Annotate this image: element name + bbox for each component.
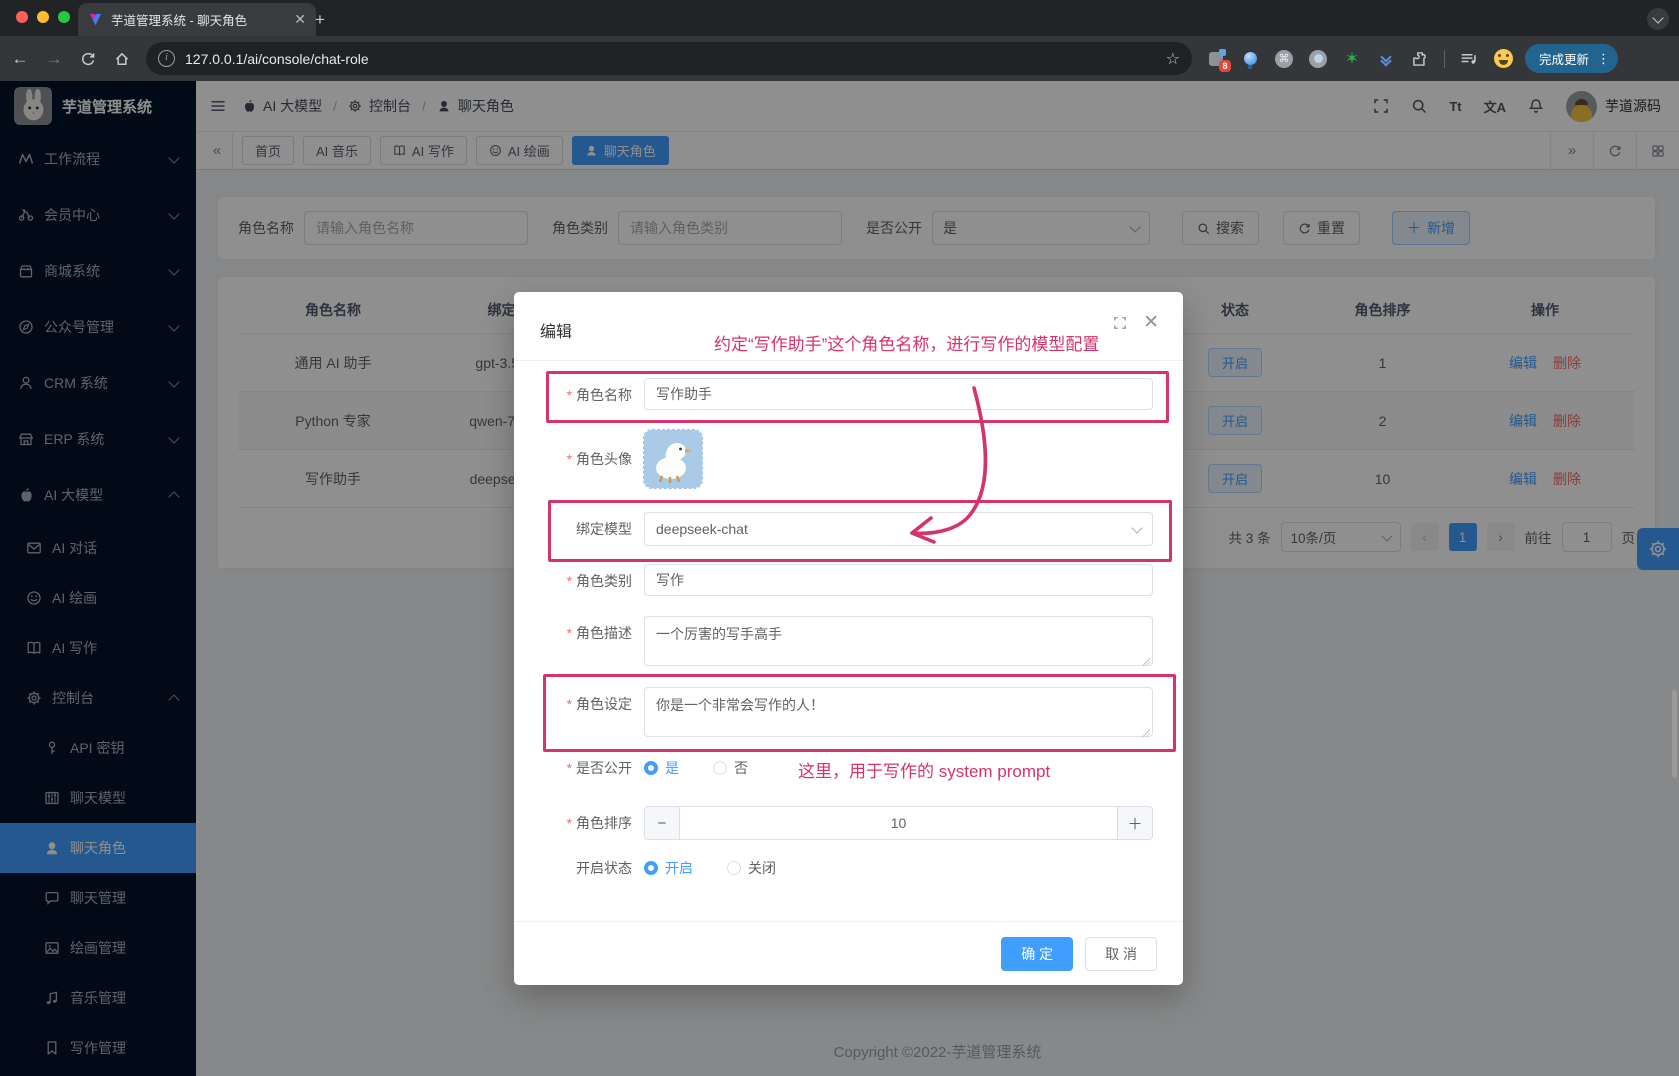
tab-close-icon[interactable]: ✕	[294, 11, 306, 28]
dialog-footer: 确 定 取 消	[514, 921, 1183, 985]
public-yes-radio[interactable]: 是	[644, 758, 679, 778]
chrome-update-button[interactable]: 完成更新 ⋮	[1525, 44, 1618, 73]
dialog-fullscreen-icon[interactable]	[1113, 316, 1127, 330]
role-description-field[interactable]: 一个厉害的写手高手	[644, 616, 1153, 666]
cancel-button[interactable]: 取 消	[1085, 937, 1157, 971]
browser-toolbar: ← → i 127.0.0.1/ai/console/chat-role ☆ 8…	[0, 36, 1679, 81]
form-row-status: 开启状态 开启 关闭	[514, 858, 1153, 878]
public-label: 是否公开	[514, 758, 644, 778]
role-setting-field[interactable]: 你是一个非常会写作的人！	[644, 687, 1153, 737]
dialog-title: 编辑	[540, 318, 572, 342]
confirm-button[interactable]: 确 定	[1001, 937, 1073, 971]
site-favicon	[88, 12, 103, 27]
new-tab-button[interactable]: +	[308, 8, 332, 32]
extension-tabs-icon[interactable]: 8	[1206, 49, 1226, 69]
dialog-body: 角色名称 角色头像 绑定模型	[514, 361, 1183, 878]
setting-label: 角色设定	[514, 687, 644, 721]
forward-button[interactable]: →	[40, 45, 68, 73]
media-playlist-icon[interactable]	[1459, 49, 1479, 69]
tab-search-button[interactable]	[1647, 8, 1669, 30]
edit-role-dialog: 编辑 ✕ 角色名称 角色头像	[514, 292, 1183, 985]
sort-value[interactable]: 10	[680, 807, 1117, 839]
radio-icon	[727, 861, 741, 875]
status-on-radio[interactable]: 开启	[644, 858, 693, 878]
role-avatar-upload[interactable]	[644, 430, 702, 488]
form-row-setting: 角色设定 你是一个非常会写作的人！	[514, 687, 1153, 740]
browser-tab-strip: 芋道管理系统 - 聊天角色 ✕ +	[0, 0, 1679, 36]
extension-balloon-icon[interactable]	[1240, 49, 1260, 69]
category-label: 角色类别	[514, 564, 644, 598]
dialog-close-icon[interactable]: ✕	[1143, 316, 1159, 330]
radio-icon	[713, 761, 727, 775]
window-minimize-button[interactable]	[37, 11, 49, 23]
avatar-label: 角色头像	[514, 430, 644, 488]
browser-tab-title: 芋道管理系统 - 聊天角色	[111, 10, 286, 29]
role-category-field[interactable]	[644, 564, 1153, 596]
sort-label: 角色排序	[514, 806, 644, 840]
annotation-top: 约定“写作助手”这个角色名称，进行写作的模型配置	[714, 330, 1099, 355]
window-close-button[interactable]	[16, 11, 28, 23]
status-label: 开启状态	[514, 858, 644, 878]
chevron-down-icon	[1131, 522, 1142, 533]
annotation-bottom: 这里，用于写作的 system prompt	[798, 757, 1050, 782]
url-text: 127.0.0.1/ai/console/chat-role	[185, 51, 369, 67]
extension-star-icon[interactable]: ✶	[1342, 49, 1362, 69]
site-info-icon[interactable]: i	[158, 50, 175, 67]
extension-command-icon[interactable]: ⌘	[1274, 49, 1294, 69]
name-label: 角色名称	[514, 378, 644, 412]
extension-chevrons-icon[interactable]	[1376, 49, 1396, 69]
public-no-radio[interactable]: 否	[713, 758, 748, 778]
extensions-puzzle-icon[interactable]	[1410, 49, 1430, 69]
extension-badge: 8	[1219, 60, 1231, 72]
form-row-sort: 角色排序 − 10 ＋	[514, 806, 1153, 840]
extension-circle-icon[interactable]	[1308, 49, 1328, 69]
decrease-button[interactable]: −	[645, 807, 680, 839]
description-label: 角色描述	[514, 616, 644, 650]
form-row-category: 角色类别	[514, 564, 1153, 598]
model-label: 绑定模型	[514, 512, 644, 546]
model-select[interactable]: deepseek-chat	[644, 512, 1153, 546]
back-button[interactable]: ←	[6, 45, 34, 73]
address-bar[interactable]: i 127.0.0.1/ai/console/chat-role ☆	[146, 42, 1192, 75]
reload-button[interactable]	[74, 45, 102, 73]
form-row-description: 角色描述 一个厉害的写手高手	[514, 616, 1153, 669]
home-button[interactable]	[108, 45, 136, 73]
duck-avatar-image	[644, 430, 702, 488]
status-off-radio[interactable]: 关闭	[727, 858, 776, 878]
profile-avatar-icon[interactable]	[1493, 49, 1513, 69]
bookmark-star-icon[interactable]: ☆	[1166, 49, 1180, 69]
toolbar-divider	[1444, 50, 1445, 68]
form-row-name: 角色名称	[514, 378, 1153, 412]
browser-menu-icon[interactable]: ⋮	[1597, 51, 1610, 67]
form-row-model: 绑定模型 deepseek-chat	[514, 512, 1153, 546]
sort-number-stepper: − 10 ＋	[644, 806, 1153, 840]
browser-tab[interactable]: 芋道管理系统 - 聊天角色 ✕	[78, 3, 316, 36]
radio-icon	[644, 861, 658, 875]
role-name-field[interactable]	[644, 378, 1153, 410]
radio-icon	[644, 761, 658, 775]
window-zoom-button[interactable]	[58, 11, 70, 23]
browser-scrollbar-thumb[interactable]	[1672, 690, 1677, 778]
increase-button[interactable]: ＋	[1117, 807, 1152, 839]
form-row-avatar: 角色头像	[514, 430, 1153, 488]
